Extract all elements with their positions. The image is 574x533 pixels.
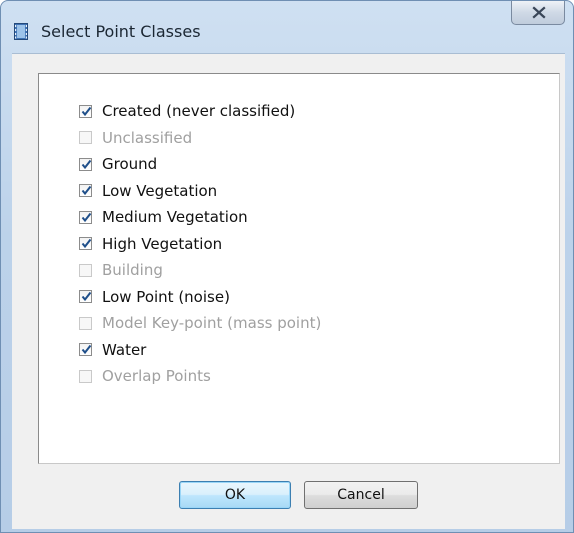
title-bar[interactable]: Select Point Classes (1, 1, 573, 53)
checkbox[interactable] (79, 290, 92, 304)
dialog-client-area: Created (never classified) Unclassified Gr… (12, 53, 565, 529)
check-mark-icon (81, 186, 92, 196)
point-class-item[interactable]: Water (79, 337, 321, 364)
point-class-label: Unclassified (102, 128, 193, 147)
point-class-label: High Vegetation (102, 234, 223, 253)
checkbox[interactable] (79, 184, 92, 198)
point-class-item[interactable]: Created (never classified) (79, 98, 321, 125)
point-class-item[interactable]: High Vegetation (79, 231, 321, 258)
point-class-list[interactable]: Created (never classified) Unclassified Gr… (38, 73, 560, 464)
checkbox[interactable] (79, 237, 92, 251)
point-class-label: Low Vegetation (102, 181, 218, 200)
point-class-item: Overlap Points (79, 363, 321, 390)
point-class-item: Model Key-point (mass point) (79, 310, 321, 337)
point-class-item[interactable]: Low Vegetation (79, 178, 321, 205)
point-class-item[interactable]: Medium Vegetation (79, 204, 321, 231)
point-class-label: Medium Vegetation (102, 208, 248, 227)
check-mark-icon (81, 345, 92, 355)
checkbox (79, 316, 92, 330)
point-class-label: Created (never classified) (102, 102, 296, 121)
point-class-label: Model Key-point (mass point) (102, 314, 322, 333)
point-class-item[interactable]: Low Point (noise) (79, 284, 321, 311)
point-class-label: Low Point (noise) (102, 287, 230, 306)
ok-button[interactable]: OK (179, 481, 291, 509)
point-class-item: Unclassified (79, 125, 321, 152)
point-class-item: Building (79, 257, 321, 284)
checkbox[interactable] (79, 210, 92, 224)
point-class-label: Building (102, 261, 163, 280)
window-title: Select Point Classes (41, 22, 201, 41)
point-class-items: Created (never classified) Unclassified Gr… (79, 98, 321, 390)
checkbox[interactable] (79, 343, 92, 357)
cancel-button[interactable]: Cancel (304, 481, 418, 509)
checkbox (79, 369, 92, 383)
close-x-icon (532, 6, 546, 19)
close-button[interactable] (511, 1, 565, 25)
check-mark-icon (81, 239, 92, 249)
point-class-label: Water (102, 340, 147, 359)
film-strip-icon (14, 23, 28, 40)
check-mark-icon (81, 292, 92, 302)
check-mark-icon (81, 106, 92, 116)
checkbox (79, 263, 92, 277)
check-mark-icon (81, 159, 92, 169)
checkbox (79, 131, 92, 145)
check-mark-icon (81, 212, 92, 222)
select-point-classes-dialog: Select Point Classes Created (never clas… (0, 0, 574, 533)
checkbox[interactable] (79, 104, 92, 118)
point-class-item[interactable]: Ground (79, 151, 321, 178)
checkbox[interactable] (79, 157, 92, 171)
point-class-label: Ground (102, 155, 158, 174)
point-class-label: Overlap Points (102, 367, 211, 386)
